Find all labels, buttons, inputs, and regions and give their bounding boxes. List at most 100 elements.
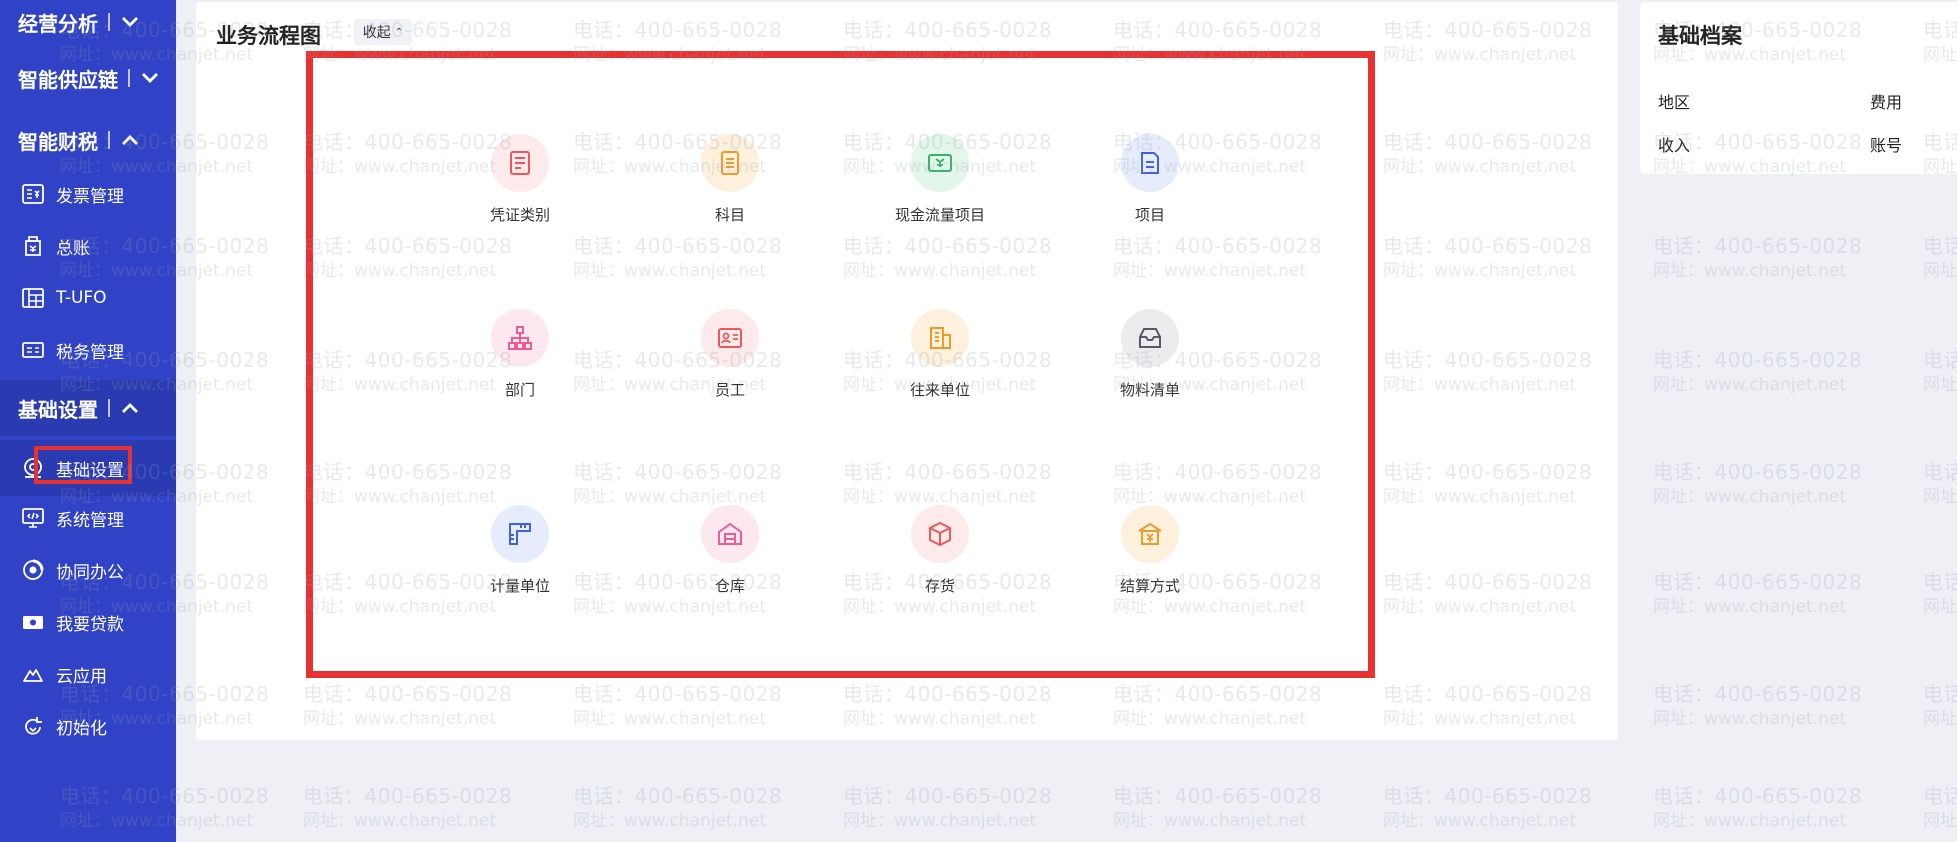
watermark-phone: 电话：400-665-0028: [1653, 348, 1863, 372]
flow-node-label: 凭证类别: [489, 206, 550, 224]
sidebar-item-label: 税务管理: [56, 342, 124, 363]
archive-link-account[interactable]: 账号: [1870, 132, 1902, 156]
flow-node-partner[interactable]: 往来单位: [870, 309, 1010, 409]
invoice-icon: [20, 181, 46, 207]
flow-node-label: 项目: [1134, 206, 1165, 224]
chevron-up-icon: ⌃: [394, 26, 404, 38]
watermark-phone: 电话：400-665-0028: [1653, 460, 1863, 484]
flow-node-subject[interactable]: 科目: [660, 134, 800, 234]
chevron-down-icon: [138, 66, 162, 90]
watermark-site: 网址：www.chanjet.net: [1923, 597, 1957, 617]
refresh-icon: [20, 713, 46, 739]
watermark-phone: 电话：400-665-0028: [843, 784, 1053, 808]
watermark-site: 网址：www.chanjet.net: [1923, 487, 1957, 507]
sidebar-item-loan[interactable]: 我要贷款: [0, 594, 176, 650]
system-icon: [20, 505, 46, 531]
archive-link-income[interactable]: 收入: [1658, 132, 1690, 156]
report-icon: [20, 285, 46, 311]
collapse-button[interactable]: 收起 ⌃: [354, 19, 412, 45]
flow-node-label: 员工: [714, 381, 745, 399]
watermark-tile: 电话：400-665-0028 网址：www.chanjet.net: [1113, 786, 1322, 830]
flow-node-cashflow[interactable]: 现金流量项目: [870, 134, 1010, 234]
sidebar-item-basic-settings[interactable]: 基础设置: [0, 440, 176, 496]
flow-node-settlement[interactable]: 结算方式: [1080, 505, 1220, 605]
chevron-up-icon: [118, 128, 142, 152]
watermark-phone: 电话：400-665-0028: [1653, 784, 1863, 808]
watermark-tile: 电话：400-665-0028 网址：www.chanjet.net: [573, 786, 782, 830]
panel-title: 基础档案: [1658, 24, 1742, 48]
watermark-site: 网址：www.chanjet.net: [303, 811, 497, 831]
sidebar-item-initialize[interactable]: 初始化: [0, 698, 176, 754]
sidebar-item-system[interactable]: 系统管理: [0, 490, 176, 546]
flow-node-ruler[interactable]: 计量单位: [450, 505, 590, 605]
sidebar-item-collaboration[interactable]: 协同办公: [0, 542, 176, 598]
sidebar-item-ledger[interactable]: 总账: [0, 218, 176, 274]
flow-node-project[interactable]: 项目: [1080, 134, 1220, 234]
sidebar-item-invoice[interactable]: 发票管理: [0, 166, 176, 222]
watermark-tile: 电话：400-665-0028 网址：www.chanjet.net: [303, 786, 512, 830]
sidebar-item-label: T-UFO: [56, 288, 107, 308]
watermark-site: 网址：www.chanjet.net: [1653, 261, 1847, 281]
divider: [128, 69, 130, 87]
partner-icon: [911, 309, 969, 367]
collaboration-icon: [20, 557, 46, 583]
sidebar-group-smart-finance-tax[interactable]: 智能财税: [0, 112, 176, 168]
flow-node-department[interactable]: 部门: [450, 309, 590, 409]
watermark-tile: 电话：400-665-0028 网址：www.chanjet.net: [1383, 786, 1592, 830]
watermark-tile: 电话：400-665-0028 网址：www.chanjet.net: [1923, 786, 1957, 830]
flow-node-warehouse[interactable]: 仓库: [660, 505, 800, 605]
cloud-icon: [20, 661, 46, 687]
flow-node-inventory[interactable]: 存货: [870, 505, 1010, 605]
employee-icon: [701, 309, 759, 367]
basic-archive-panel: 基础档案 地区 费用 收入 账号: [1640, 2, 1957, 174]
watermark-site: 网址：www.chanjet.net: [573, 811, 767, 831]
flow-node-bom[interactable]: 物料清单: [1080, 309, 1220, 409]
watermark-tile: 电话：400-665-0028 网址：www.chanjet.net: [1653, 786, 1862, 830]
watermark-site: 网址：www.chanjet.net: [843, 811, 1037, 831]
flow-node-label: 科目: [714, 206, 745, 224]
watermark-site: 网址：www.chanjet.net: [1923, 261, 1957, 281]
tax-icon: [20, 337, 46, 363]
watermark-phone: 电话：400-665-0028: [1653, 682, 1863, 706]
watermark-site: 网址：www.chanjet.net: [1653, 597, 1847, 617]
flow-node-employee[interactable]: 员工: [660, 309, 800, 409]
watermark-phone: 电话：400-665-0028: [1923, 460, 1957, 484]
flow-node-label: 计量单位: [489, 577, 550, 595]
flow-node-label: 仓库: [714, 577, 745, 595]
sidebar-item-cloud-apps[interactable]: 云应用: [0, 646, 176, 702]
chevron-up-icon: [118, 396, 142, 420]
watermark-tile: 电话：400-665-0028 网址：www.chanjet.net: [1653, 350, 1862, 394]
sidebar-group-label: 基础设置: [18, 397, 98, 422]
watermark-phone: 电话：400-665-0028: [1653, 570, 1863, 594]
sidebar-item-label: 发票管理: [56, 186, 124, 207]
sidebar-group-basic-settings[interactable]: 基础设置: [0, 380, 176, 436]
settlement-icon: [1121, 505, 1179, 563]
ruler-icon: [491, 505, 549, 563]
watermark-site: 网址：www.chanjet.net: [1653, 487, 1847, 507]
sidebar-group-smart-supply-chain[interactable]: 智能供应链: [0, 50, 176, 106]
sidebar-item-label: 云应用: [56, 666, 107, 687]
sidebar-item-label: 系统管理: [56, 510, 124, 531]
sidebar-item-label: 我要贷款: [56, 614, 124, 635]
flow-node-voucher[interactable]: 凭证类别: [450, 134, 590, 234]
chevron-down-icon: [118, 10, 142, 34]
watermark-phone: 电话：400-665-0028: [1113, 784, 1323, 808]
watermark-phone: 电话：400-665-0028: [1653, 234, 1863, 258]
voucher-icon: [491, 134, 549, 192]
watermark-tile: 电话：400-665-0028 网址：www.chanjet.net: [1653, 236, 1862, 280]
highlight-box: [34, 446, 132, 484]
watermark-site: 网址：www.chanjet.net: [1923, 375, 1957, 395]
sidebar: 经营分析 智能供应链 智能财税 发票管理 总账 T-UFO 税务管理 基础设置 …: [0, 0, 176, 842]
flow-node-label: 存货: [924, 577, 955, 595]
sidebar-item-label: 协同办公: [56, 562, 124, 583]
divider: [108, 399, 110, 417]
watermark-tile: 电话：400-665-0028 网址：www.chanjet.net: [1923, 236, 1957, 280]
flow-node-label: 结算方式: [1119, 577, 1180, 595]
sidebar-item-tax[interactable]: 税务管理: [0, 322, 176, 378]
flow-node-label: 往来单位: [909, 381, 970, 399]
archive-link-region[interactable]: 地区: [1658, 89, 1690, 113]
sidebar-item-t-ufo[interactable]: T-UFO: [0, 270, 176, 326]
archive-link-expense[interactable]: 费用: [1870, 89, 1902, 113]
sidebar-group-business-analysis[interactable]: 经营分析: [0, 0, 176, 50]
watermark-phone: 电话：400-665-0028: [1923, 348, 1957, 372]
